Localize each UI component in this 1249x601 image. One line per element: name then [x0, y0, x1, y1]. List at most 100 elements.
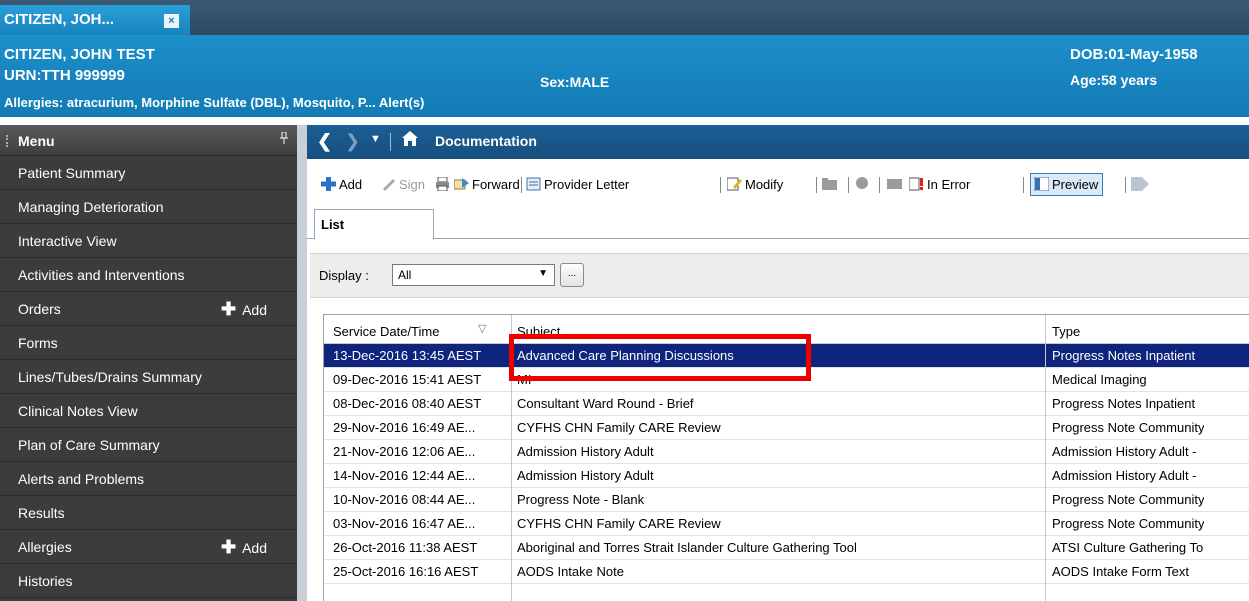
- allergies-add-button[interactable]: ✚ Add: [221, 530, 267, 565]
- menu-item-results[interactable]: Results: [0, 496, 297, 530]
- cell-type: AODS Intake Form Text: [1052, 564, 1190, 579]
- tool-disabled-2[interactable]: [855, 177, 873, 192]
- document-icon: [887, 177, 902, 191]
- documentation-navbar: ❮ ❯ ▼ Documentation: [307, 125, 1249, 159]
- preview-icon: [1033, 176, 1050, 192]
- tag-button[interactable]: [1131, 177, 1149, 192]
- table-row[interactable]: 03-Nov-2016 16:47 AE... CYFHS CHN Family …: [324, 512, 1249, 536]
- provider-letter-label: Provider Letter: [544, 177, 630, 192]
- cell-type: Progress Note Community: [1052, 492, 1205, 507]
- preview-label: Preview: [1052, 177, 1099, 192]
- menu-item-managing-deterioration[interactable]: Managing Deterioration: [0, 190, 297, 224]
- toolbar-separator: [1023, 177, 1024, 193]
- patient-urn: URN:TTH 999999: [4, 67, 125, 84]
- table-row[interactable]: 14-Nov-2016 12:44 AE... Admission History…: [324, 464, 1249, 488]
- chevron-down-icon[interactable]: ▼: [370, 133, 381, 145]
- folder-icon: [822, 177, 837, 191]
- cell-service-date: 21-Nov-2016 12:06 AE...: [333, 444, 476, 459]
- cell-type: Progress Note Community: [1052, 420, 1205, 435]
- print-button[interactable]: [435, 176, 453, 192]
- chevron-left-icon[interactable]: ❮: [317, 131, 332, 152]
- forward-button[interactable]: Forward: [453, 177, 520, 192]
- pin-icon[interactable]: [279, 131, 289, 147]
- tool-disabled-1[interactable]: [822, 177, 840, 192]
- provider-letter-button[interactable]: Provider Letter: [526, 177, 629, 192]
- menu-item-histories[interactable]: Histories: [0, 564, 297, 598]
- allergies-link[interactable]: Allergies: atracurium, Morphine Sulfate …: [4, 95, 424, 110]
- cell-service-date: 13-Dec-2016 13:45 AEST: [333, 348, 482, 363]
- menu-item-clinical-notes-view[interactable]: Clinical Notes View: [0, 394, 297, 428]
- toolbar-separator: [521, 177, 522, 193]
- display-filter-bar: Display : All ▼ ...: [310, 253, 1249, 298]
- menu-item-label: Activities and Interventions: [18, 267, 185, 283]
- documentation-toolbar: Add Sign Forward Provider Letter Modify …: [307, 159, 1249, 209]
- cell-service-date: 29-Nov-2016 16:49 AE...: [333, 420, 476, 435]
- patient-tab-strip: CITIZEN, JOH... ×: [0, 0, 1249, 35]
- more-options-button[interactable]: ...: [560, 263, 584, 287]
- menu-item-forms[interactable]: Forms: [0, 326, 297, 360]
- tag-icon: [1131, 177, 1149, 191]
- display-label: Display :: [319, 268, 369, 283]
- column-header-service-date[interactable]: Service Date/Time: [333, 324, 439, 339]
- menu-item-label: Plan of Care Summary: [18, 437, 160, 453]
- cell-type: Progress Notes Inpatient: [1052, 396, 1196, 411]
- chevron-right-icon[interactable]: ❯: [345, 131, 360, 152]
- menu-item-label: Clinical Notes View: [18, 403, 138, 419]
- patient-tab-label: CITIZEN, JOH...: [4, 11, 115, 28]
- plus-icon: ✚: [220, 537, 237, 557]
- panel-splitter[interactable]: [297, 125, 307, 601]
- document-tabs: List: [307, 209, 1249, 240]
- menu-item-orders[interactable]: Orders ✚ Add: [0, 292, 297, 326]
- sign-label: Sign: [399, 177, 426, 192]
- home-icon[interactable]: [402, 131, 418, 151]
- toolbar-separator: [816, 177, 817, 193]
- menu-item-plan-of-care[interactable]: Plan of Care Summary: [0, 428, 297, 462]
- close-tab-icon[interactable]: ×: [164, 14, 179, 28]
- nav-separator: [390, 133, 391, 151]
- patient-dob: DOB:01-May-1958: [1070, 46, 1198, 63]
- table-row[interactable]: 26-Oct-2016 11:38 AEST Aboriginal and Tor…: [324, 536, 1249, 560]
- menu-item-label: Patient Summary: [18, 165, 126, 181]
- cell-subject: AODS Intake Note: [517, 564, 624, 579]
- tool-disabled-3[interactable]: [887, 177, 905, 192]
- sign-button[interactable]: Sign: [381, 177, 425, 192]
- orders-add-button[interactable]: ✚ Add: [221, 292, 267, 327]
- display-select-value: All: [398, 268, 412, 282]
- patient-banner: CITIZEN, JOHN TEST URN:TTH 999999 Sex:MA…: [0, 35, 1249, 117]
- table-row[interactable]: 25-Oct-2016 16:16 AEST AODS Intake Note AO…: [324, 560, 1249, 584]
- menu-item-label: Forms: [18, 335, 58, 351]
- menu-item-activities[interactable]: Activities and Interventions: [0, 258, 297, 292]
- menu-item-lines-tubes-drains[interactable]: Lines/Tubes/Drains Summary: [0, 360, 297, 394]
- cell-type: ATSI Culture Gathering To: [1052, 540, 1204, 555]
- table-row[interactable]: 10-Nov-2016 08:44 AE... Progress Note - B…: [324, 488, 1249, 512]
- menu-item-patient-summary[interactable]: Patient Summary: [0, 156, 297, 190]
- orders-add-label: Add: [242, 302, 267, 318]
- preview-button[interactable]: Preview: [1030, 173, 1104, 196]
- cell-subject: Progress Note - Blank: [517, 492, 645, 507]
- patient-tab[interactable]: CITIZEN, JOH... ×: [0, 5, 190, 35]
- display-select[interactable]: All ▼: [392, 264, 555, 286]
- menu-item-interactive-view[interactable]: Interactive View: [0, 224, 297, 258]
- table-row[interactable]: 29-Nov-2016 16:49 AE... CYFHS CHN Family …: [324, 416, 1249, 440]
- add-button[interactable]: Add: [321, 177, 362, 192]
- forward-icon: [453, 177, 469, 191]
- table-row[interactable]: 08-Dec-2016 08:40 AEST Consultant Ward Ro…: [324, 392, 1249, 416]
- menu-item-alerts-problems[interactable]: Alerts and Problems: [0, 462, 297, 496]
- cell-subject: CYFHS CHN Family CARE Review: [517, 420, 721, 435]
- table-row[interactable]: 21-Nov-2016 12:06 AE... Admission History…: [324, 440, 1249, 464]
- letter-icon: [526, 177, 541, 191]
- hand-icon: [855, 177, 870, 191]
- tab-list[interactable]: List: [314, 209, 434, 240]
- menu-item-allergies[interactable]: Allergies ✚ Add: [0, 530, 297, 564]
- cell-type: Medical Imaging: [1052, 372, 1147, 387]
- print-icon: [435, 176, 450, 192]
- modify-button[interactable]: Modify: [726, 177, 783, 192]
- column-header-type[interactable]: Type: [1052, 324, 1080, 339]
- allergies-add-label: Add: [242, 540, 267, 556]
- cell-subject: CYFHS CHN Family CARE Review: [517, 516, 721, 531]
- cell-service-date: 09-Dec-2016 15:41 AEST: [333, 372, 482, 387]
- in-error-button[interactable]: In Error: [908, 177, 970, 192]
- column-divider[interactable]: [1045, 315, 1046, 601]
- sort-icon: ▽: [478, 323, 487, 335]
- toolbar-separator: [720, 177, 721, 193]
